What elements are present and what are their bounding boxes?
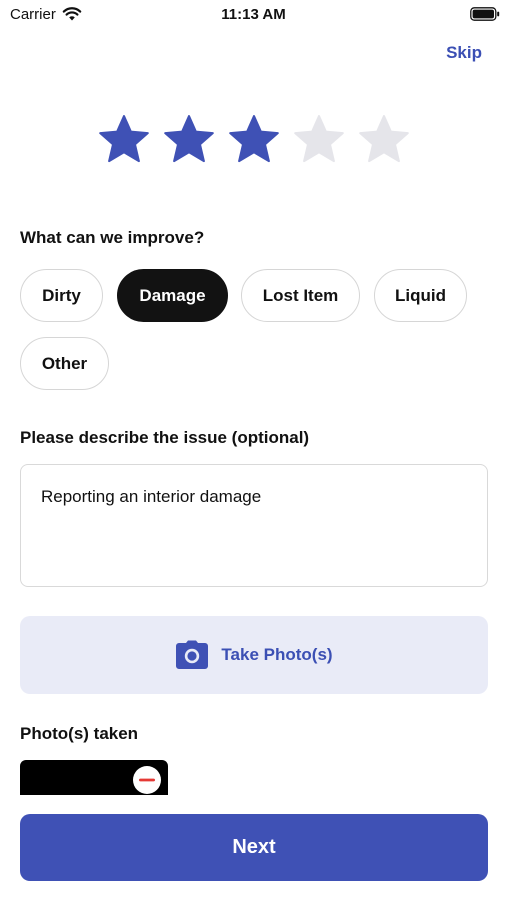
description-value: Reporting an interior damage [41,487,262,506]
battery-icon [470,7,500,26]
star-filled-icon[interactable] [98,114,150,166]
status-bar: Carrier 11:13 AM [0,0,507,28]
chip-liquid[interactable]: Liquid [374,269,467,322]
camera-icon [175,640,209,670]
description-label: Please describe the issue (optional) [20,428,310,447]
next-button[interactable]: Next [20,814,488,881]
chip-lost-item[interactable]: Lost Item [241,269,360,322]
star-filled-icon[interactable] [228,114,280,166]
star-rating[interactable] [98,114,413,166]
chip-other[interactable]: Other [20,337,109,390]
take-photo-button[interactable]: Take Photo(s) [20,616,488,694]
photos-label: Photo(s) taken [20,724,139,743]
skip-button[interactable]: Skip [430,43,490,63]
description-textarea[interactable]: Reporting an interior damage [20,464,488,587]
chip-dirty[interactable]: Dirty [20,269,103,322]
improve-label: What can we improve? [20,228,205,247]
star-empty-icon[interactable] [358,114,410,166]
take-photo-label: Take Photo(s) [221,645,333,664]
star-empty-icon[interactable] [293,114,345,166]
status-time: 11:13 AM [221,6,286,23]
chip-damage[interactable]: Damage [117,269,228,322]
remove-icon[interactable] [132,765,162,795]
star-filled-icon[interactable] [163,114,215,166]
